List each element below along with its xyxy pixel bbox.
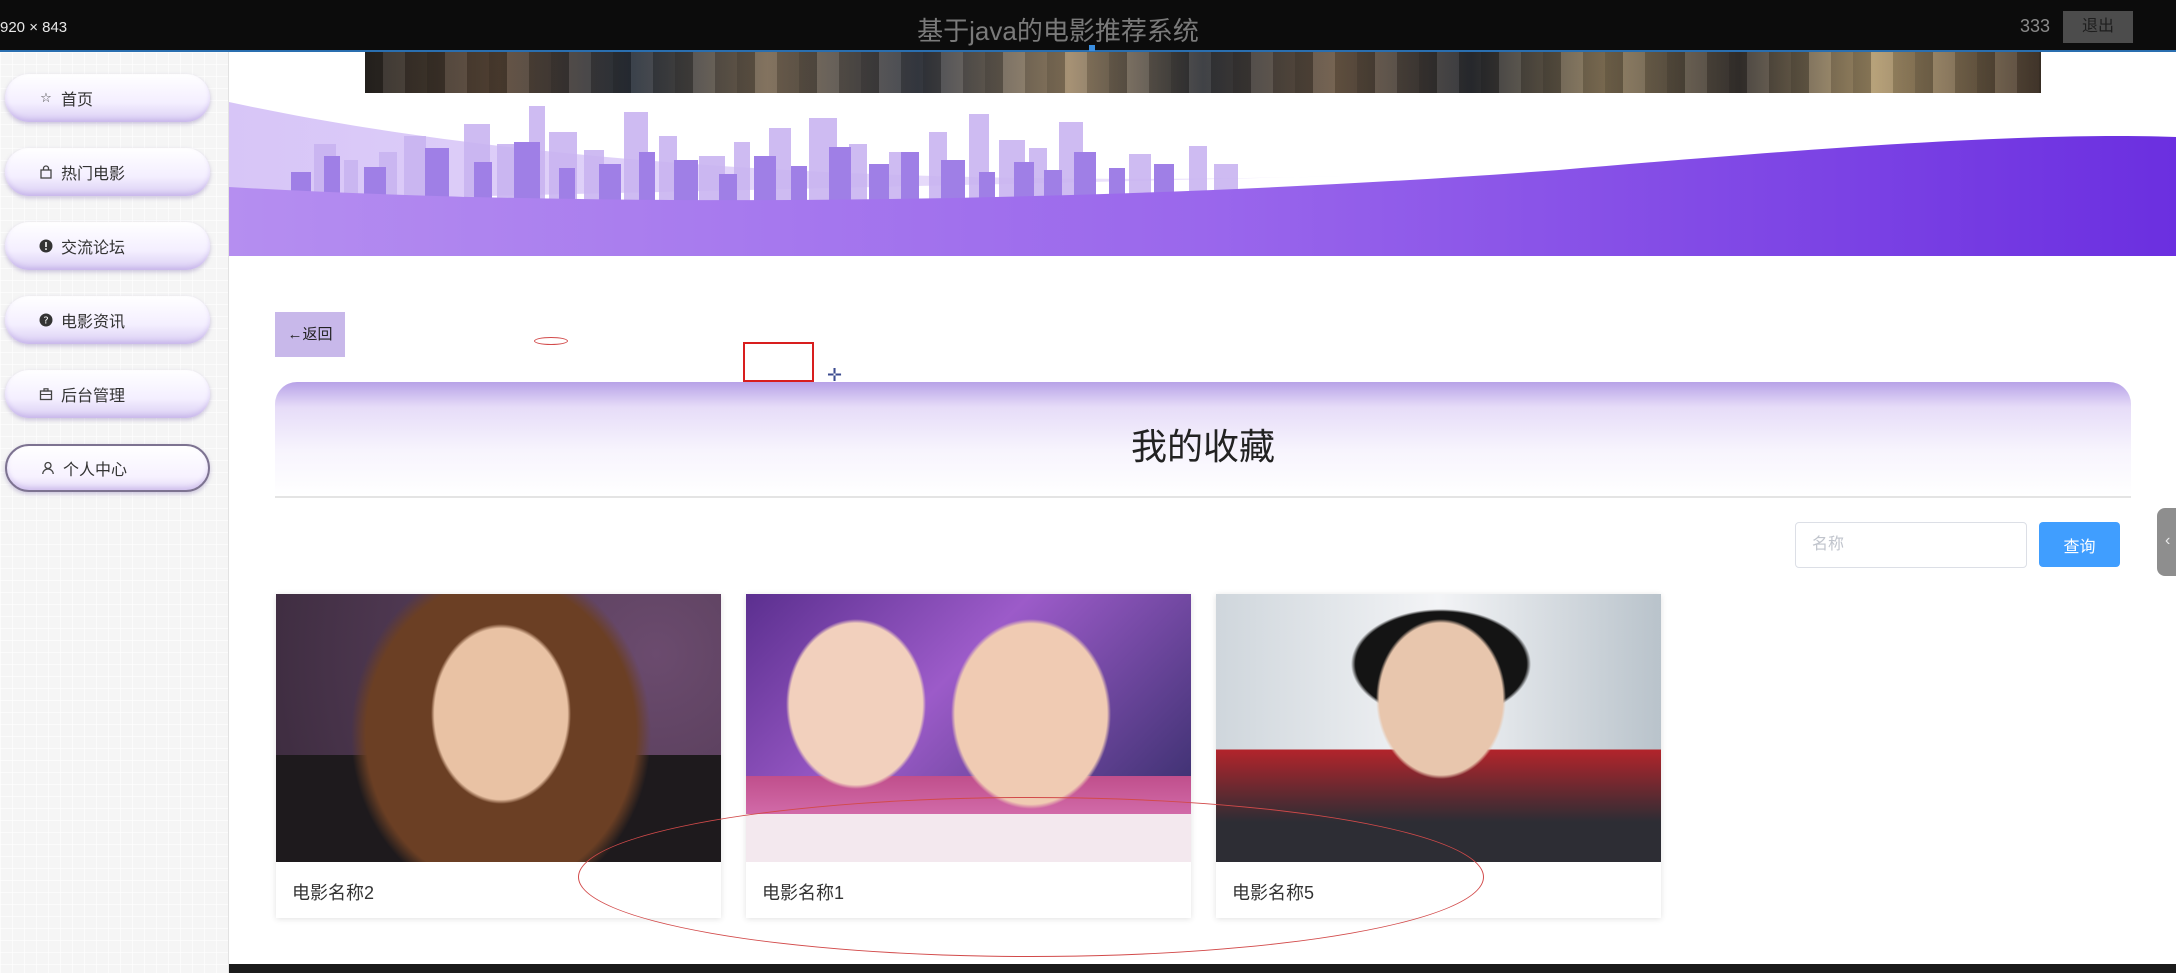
annotation-rectangle (743, 342, 814, 382)
sidebar-item-hot-movies[interactable]: 热门电影 (5, 148, 210, 196)
sidebar-item-label: 首页 (61, 92, 94, 109)
favorites-heading: 我的收藏 (275, 382, 2131, 498)
movie-poster-image[interactable] (276, 594, 721, 862)
window-titlebar: 920 × 843 基于java的电影推荐系统 333 退出 (0, 0, 2176, 52)
sidebar-item-label: 热门电影 (61, 166, 126, 183)
bottom-bar (229, 964, 2176, 973)
sidebar-item-personal-center[interactable]: 个人中心 (5, 444, 210, 492)
movie-name[interactable]: 电影名称2 (292, 879, 374, 905)
bag-icon (39, 165, 53, 179)
header-banner (229, 52, 2176, 256)
question-circle-icon: ? (39, 313, 53, 327)
chevron-left-icon: ‹ (2165, 532, 2171, 549)
annotation-ellipse-small (534, 337, 568, 345)
sidebar-item-home[interactable]: ☆ 首页 (5, 74, 210, 122)
search-input[interactable] (1795, 522, 2027, 568)
logout-button[interactable]: 退出 (2063, 11, 2133, 43)
resize-handle[interactable] (1089, 45, 1095, 51)
svg-text:?: ? (43, 316, 48, 327)
alert-circle-icon (39, 239, 53, 253)
sidebar-item-admin[interactable]: 后台管理 (5, 370, 210, 418)
sidebar: ☆ 首页 热门电影 交流论坛 ? 电影资讯 后台管理 个人中心 (0, 52, 229, 973)
page-title: 基于java的电影推荐系统 (917, 16, 1199, 46)
sidebar-item-label: 个人中心 (63, 462, 128, 479)
star-icon: ☆ (40, 90, 52, 105)
annotation-ellipse-large (578, 797, 1484, 957)
back-button[interactable]: ←返回 (275, 312, 345, 357)
user-icon (41, 461, 55, 475)
sidebar-item-forum[interactable]: 交流论坛 (5, 222, 210, 270)
sidebar-item-label: 后台管理 (61, 388, 126, 405)
sidebar-item-news[interactable]: ? 电影资讯 (5, 296, 210, 344)
sidebar-item-label: 电影资讯 (61, 314, 126, 331)
city-skyline-graphic (229, 102, 2176, 256)
search-button[interactable]: 查询 (2039, 522, 2120, 567)
username-label: 333 (2020, 16, 2051, 36)
briefcase-icon (39, 387, 53, 401)
side-collapse-tab[interactable]: ‹ (2157, 508, 2176, 576)
sidebar-item-label: 交流论坛 (61, 240, 126, 257)
